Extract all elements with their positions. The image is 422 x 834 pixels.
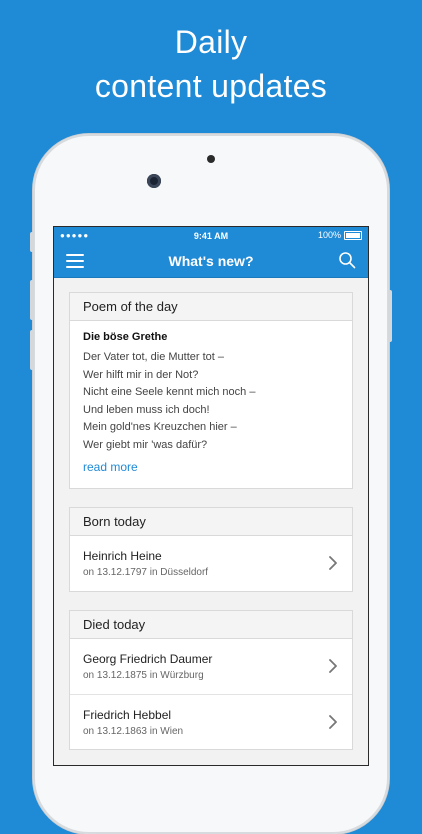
search-icon[interactable] bbox=[338, 251, 356, 269]
person-detail: on 13.12.1875 in Würzburg bbox=[83, 670, 204, 681]
battery-status: 100% bbox=[318, 230, 362, 240]
headline-line-1: Daily bbox=[174, 24, 248, 60]
poem-card: Poem of the day Die böse Grethe Der Vate… bbox=[69, 292, 353, 489]
person-detail: on 13.12.1863 in Wien bbox=[83, 726, 184, 737]
born-today-header: Born today bbox=[70, 508, 352, 536]
status-bar: ●●●●● 9:41 AM 100% bbox=[54, 227, 368, 245]
poem-line: Und leben muss ich doch! bbox=[83, 403, 210, 416]
battery-icon bbox=[344, 230, 362, 240]
headline-line-2: content updates bbox=[94, 68, 328, 104]
poem-line: Wer giebt mir 'was dafür? bbox=[83, 438, 208, 451]
promo-headline: Daily content updates bbox=[0, 20, 422, 108]
read-more-link[interactable]: read more bbox=[83, 460, 138, 474]
died-today-header: Died today bbox=[70, 611, 352, 639]
poem-line: Wer hilft mir in der Not? bbox=[83, 368, 199, 381]
poem-line: Mein gold'nes Kreuzchen hier – bbox=[83, 421, 237, 433]
phone-power-button bbox=[388, 290, 392, 342]
page-title: What's new? bbox=[168, 253, 254, 269]
chevron-right-icon bbox=[329, 556, 337, 570]
poem-line: Nicht eine Seele kennt mich noch – bbox=[83, 386, 256, 398]
content-list: Poem of the day Die böse Grethe Der Vate… bbox=[54, 278, 368, 750]
person-detail: on 13.12.1797 in Düsseldorf bbox=[83, 567, 209, 578]
poem-body: Die böse Grethe Der Vater tot, die Mutte… bbox=[70, 321, 352, 488]
poem-line: Der Vater tot, die Mutter tot – bbox=[83, 351, 225, 363]
phone-volume-down-button bbox=[30, 330, 34, 370]
list-item[interactable]: Heinrich Heine on 13.12.1797 in Düsseldo… bbox=[70, 536, 352, 591]
person-name: Friedrich Hebbel bbox=[83, 708, 172, 722]
list-item[interactable]: Friedrich Hebbel on 13.12.1863 in Wien bbox=[70, 694, 352, 749]
nav-bar: What's new? bbox=[54, 245, 368, 278]
chevron-right-icon bbox=[329, 715, 337, 729]
person-name: Georg Friedrich Daumer bbox=[83, 652, 213, 666]
poem-title: Die böse Grethe bbox=[83, 331, 168, 343]
app-screen: ●●●●● 9:41 AM 100% What's new? Poem of t… bbox=[53, 226, 369, 766]
chevron-right-icon bbox=[329, 659, 337, 673]
list-item[interactable]: Georg Friedrich Daumer on 13.12.1875 in … bbox=[70, 639, 352, 694]
phone-speaker bbox=[207, 155, 215, 163]
person-name: Heinrich Heine bbox=[83, 549, 162, 563]
phone-side-button bbox=[30, 232, 34, 252]
poem-card-header: Poem of the day bbox=[70, 293, 352, 321]
born-today-card: Born today Heinrich Heine on 13.12.1797 … bbox=[69, 507, 353, 592]
phone-volume-up-button bbox=[30, 280, 34, 320]
phone-camera bbox=[147, 174, 161, 188]
battery-percent: 100% bbox=[317, 230, 341, 240]
died-today-card: Died today Georg Friedrich Daumer on 13.… bbox=[69, 610, 353, 750]
